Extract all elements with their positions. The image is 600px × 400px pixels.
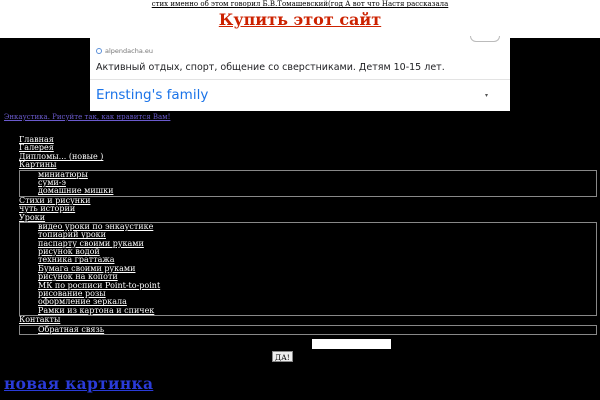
nav-sub-item[interactable]: рисунок водой <box>38 247 596 256</box>
nav-sub-item[interactable]: суми-э <box>38 178 596 187</box>
ad-tab[interactable] <box>470 36 500 42</box>
ad-divider <box>90 79 510 80</box>
buy-site-link[interactable]: Купить этот сайт <box>0 9 600 31</box>
nav-poems[interactable]: Стихи и рисунки <box>19 196 597 205</box>
nav-gallery[interactable]: Галерея <box>19 143 597 152</box>
nav-sub-item[interactable]: Рамки из картона и спичек <box>38 306 596 315</box>
nav-sub-item[interactable]: МК по росписи Point-to-point <box>38 281 596 290</box>
ad-brand-link[interactable]: Ernsting's family <box>96 87 208 103</box>
top-banner: стих именно об этом говорил Б.В.Томашевс… <box>0 0 600 38</box>
blank-input-box[interactable] <box>312 339 391 349</box>
nav-pictures[interactable]: Картины <box>19 160 597 169</box>
ad-panel[interactable]: alpendacha.eu Активный отдых, спорт, общ… <box>90 36 510 111</box>
ad-domain-row: alpendacha.eu <box>96 46 153 56</box>
submenu-contacts: Обратная связь <box>19 324 597 335</box>
nav-home[interactable]: Главная <box>19 135 597 144</box>
new-picture-link[interactable]: новая картинка <box>4 374 153 393</box>
nav-diplomas[interactable]: Дипломы... (новые ) <box>19 152 597 161</box>
nav-contacts[interactable]: Контакты <box>19 315 597 324</box>
ad-description[interactable]: Активный отдых, спорт, общение со сверст… <box>96 62 445 73</box>
submenu-lessons: видео уроки по энкаустике топиарий уроки… <box>19 221 597 317</box>
nav-sub-item[interactable]: видео уроки по энкаустике <box>38 222 596 231</box>
nav-sub-item[interactable]: домашние мишки <box>38 186 596 195</box>
globe-icon <box>96 48 102 54</box>
nav-sub-item[interactable]: Бумага своими руками <box>38 264 596 273</box>
ad-domain: alpendacha.eu <box>105 47 154 55</box>
yes-button[interactable]: ДА! <box>272 351 293 362</box>
nav-sub-item[interactable]: миниатюры <box>38 170 596 179</box>
nav-stories[interactable]: чуть истории <box>19 204 597 213</box>
site-title-link[interactable]: Энкаустика. Рисуйте так, как нравится Ва… <box>4 113 170 121</box>
main-nav: Главная Галерея Дипломы... (новые ) Карт… <box>19 135 597 335</box>
chevron-down-icon[interactable]: ▾ <box>485 92 488 99</box>
submenu-pictures: миниатюры суми-э домашние мишки <box>19 169 597 197</box>
top-banner-text-link[interactable]: стих именно об этом говорил Б.В.Томашевс… <box>0 0 600 9</box>
nav-sub-item[interactable]: Обратная связь <box>38 325 596 334</box>
nav-sub-item[interactable]: паспарту своими руками <box>38 239 596 248</box>
nav-lessons[interactable]: Уроки <box>19 213 597 222</box>
